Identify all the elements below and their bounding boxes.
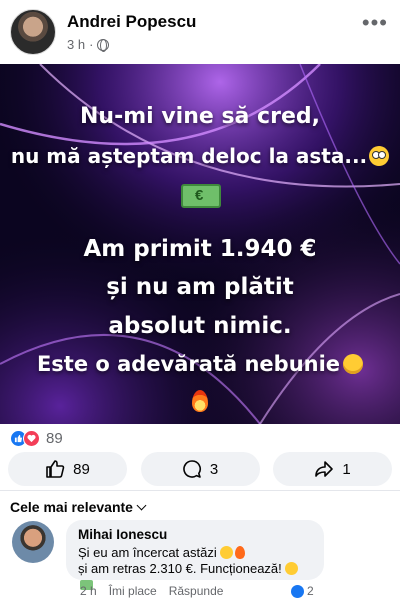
flushed-face-icon [369,146,390,166]
author-name[interactable]: Andrei Popescu [67,12,196,32]
divider [0,490,400,491]
comment-line2: și am retras 2.310 €. Funcționează! [78,561,282,576]
like-button[interactable]: 89 [8,452,127,486]
chevron-down-icon [136,500,147,510]
image-text-line2-text: nu mă așteptam deloc la asta... [10,144,368,168]
image-text-line4: și nu am plătit [106,274,294,300]
post-time[interactable]: 3 h [67,37,85,52]
fire-icon [234,546,245,559]
comment-time: 2 h [80,584,97,598]
post-actions: 89 3 1 [8,452,392,486]
share-arrow-icon [315,461,334,477]
share-button[interactable]: 1 [273,452,392,486]
like-count: 89 [73,460,90,478]
share-count: 1 [342,460,351,478]
post-meta: 3 h · [67,37,110,52]
image-text-line5: absolut nimic. [108,313,292,339]
money-bill-icon [181,184,221,208]
author-avatar[interactable] [10,9,56,55]
commenter-avatar[interactable] [12,521,54,563]
reactions-summary[interactable]: 89 [10,429,63,447]
exploding-head-icon [343,354,364,374]
more-dots-icon[interactable]: ••• [362,10,388,36]
comment-meta: 2 h Îmi place Răspunde [80,584,223,598]
comment-sort-dropdown[interactable]: Cele mai relevante [10,499,147,515]
post-image[interactable]: Nu-mi vine să cred, nu mă așteptam deloc… [0,64,400,424]
comment-count: 3 [209,460,219,478]
fire-icon [192,390,208,412]
grinning-face-icon [219,546,233,559]
exploding-head-icon [284,562,298,575]
comment-reply-link[interactable]: Răspunde [169,584,224,598]
comment-like-link[interactable]: Îmi place [109,584,157,598]
comment-bubble-icon [183,460,201,478]
comment-line1: Și eu am încercat astăzi [78,545,217,560]
post-header: Andrei Popescu 3 h · ••• [0,0,400,64]
commenter-name[interactable]: Mihai Ionescu [78,527,312,542]
love-reaction-icon [23,429,40,447]
comment-reactions[interactable]: 2 [291,584,314,598]
thumbs-up-icon [46,460,65,478]
like-reaction-icon [291,584,304,598]
globe-icon [97,38,110,52]
comment-reactions-count: 2 [307,584,314,598]
image-text-line6-text: Este o adevărată nebunie [36,352,341,376]
image-text-line1: Nu-mi vine să cred, [80,104,320,129]
comment-bubble: Mihai Ionescu Și eu am încercat astăzi ș… [66,520,324,590]
reactions-count: 89 [46,429,63,447]
meta-separator: · [89,37,94,52]
comment-sort-label: Cele mai relevante [10,499,133,515]
comment-button[interactable]: 3 [140,452,260,486]
image-text-line6: Este o adevărată nebunie [0,352,400,376]
image-text-line2: nu mă așteptam deloc la asta... [0,144,400,168]
image-text-line3: Am primit 1.940 € [83,236,317,262]
